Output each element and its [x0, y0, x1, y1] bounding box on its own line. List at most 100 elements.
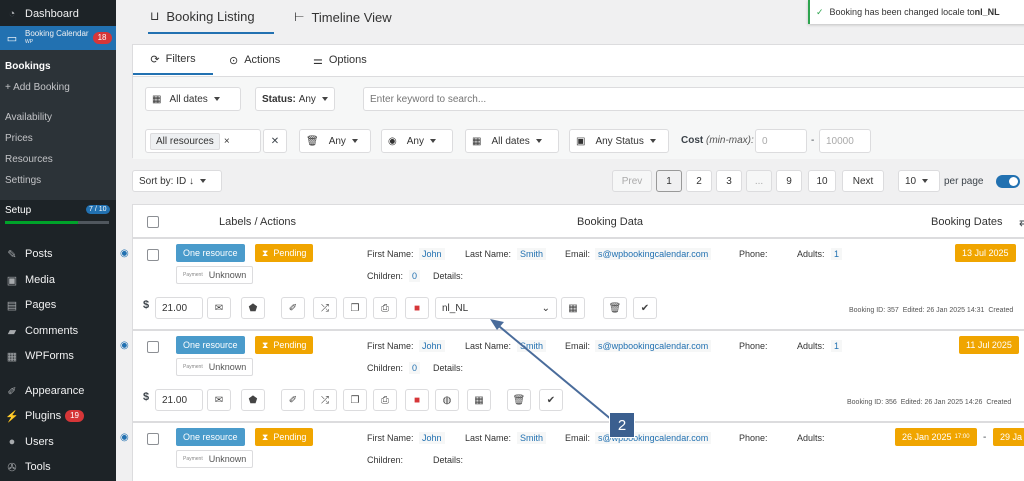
- tab-filters[interactable]: ⟳ Filters: [133, 45, 213, 75]
- tag-icon: ⬟: [248, 394, 258, 406]
- trash-button[interactable]: 🗑: [507, 389, 531, 411]
- calendar-button[interactable]: ▦: [561, 297, 585, 319]
- sidebar-item-media[interactable]: ▣ Media: [0, 272, 116, 288]
- sidebar-item-label: Appearance: [25, 385, 85, 397]
- locale-button[interactable]: ◍: [435, 389, 459, 411]
- tab-actions[interactable]: ⊙ Actions: [229, 45, 280, 75]
- tab-booking-listing[interactable]: ⊔ Booking Listing: [148, 0, 274, 34]
- cost-input[interactable]: 21.00: [155, 297, 203, 319]
- sidebar-item-add-booking[interactable]: + Add Booking: [0, 82, 116, 93]
- tag-button[interactable]: ⬟: [241, 297, 265, 319]
- timeline-icon: ⊢: [294, 10, 305, 24]
- select-all-checkbox[interactable]: [147, 216, 159, 228]
- sidebar-item-pages[interactable]: ▤ Pages: [0, 297, 116, 313]
- sidebar-item-booking-calendar[interactable]: ▭ Booking Calendar WP 18: [0, 26, 116, 50]
- trash-icon: 🗑: [608, 302, 622, 314]
- sort-select[interactable]: Sort by: ID ↓: [132, 170, 222, 192]
- duplicate-button[interactable]: ❐: [343, 389, 367, 411]
- status-filter[interactable]: Status: Any: [255, 87, 335, 111]
- per-page-value: 10: [905, 175, 917, 187]
- tab-options[interactable]: ⚌ Options: [313, 45, 367, 75]
- payment-badge: Payment Unknown: [176, 266, 254, 284]
- dates-filter[interactable]: ▦ All dates: [145, 87, 241, 111]
- cost-input[interactable]: 21.00: [155, 389, 203, 411]
- calendar-button[interactable]: ▦: [467, 389, 491, 411]
- globe-icon: ◍: [442, 394, 452, 406]
- trash-button[interactable]: 🗑: [603, 297, 627, 319]
- page-button-3[interactable]: 3: [716, 170, 742, 192]
- row-checkbox[interactable]: [147, 341, 159, 353]
- eye-icon[interactable]: ◉: [120, 340, 132, 352]
- next-page-button[interactable]: Next: [842, 170, 884, 192]
- email-button[interactable]: ✉: [207, 389, 231, 411]
- tab-label: Options: [328, 54, 367, 66]
- field-key: Last Name:: [465, 433, 512, 443]
- prev-page-button[interactable]: Prev: [612, 170, 652, 192]
- field-key: Adults:: [797, 433, 825, 443]
- page-button-10[interactable]: 10: [808, 170, 836, 192]
- remove-tag-icon[interactable]: ×: [224, 136, 230, 147]
- dates2-filter[interactable]: ▦ All dates: [465, 129, 559, 153]
- cost-max-input[interactable]: 10000: [819, 129, 871, 153]
- field-key: First Name:: [367, 341, 414, 351]
- print-button[interactable]: ⎙: [373, 297, 397, 319]
- sidebar-item-tools[interactable]: ✇ Tools: [0, 459, 116, 475]
- clear-resources-button[interactable]: ✕: [263, 129, 287, 153]
- sidebar-item-wpforms[interactable]: ▦ WPForms: [0, 348, 116, 364]
- field-value: 1: [831, 248, 843, 260]
- sidebar-item-plugins[interactable]: ⚡ Plugins 19: [0, 408, 116, 424]
- edit-button[interactable]: ✐: [281, 297, 305, 319]
- payment-label: Payment: [183, 272, 203, 278]
- row-checkbox[interactable]: [147, 433, 159, 445]
- sidebar-item-users[interactable]: ● Users: [0, 434, 116, 450]
- email-button[interactable]: ✉: [207, 297, 231, 319]
- wand-icon: ✐: [288, 394, 298, 406]
- visibility-filter[interactable]: ◉ Any: [381, 129, 453, 153]
- note-button[interactable]: ■: [405, 297, 429, 319]
- view-toggle[interactable]: [996, 175, 1020, 188]
- eye-icon[interactable]: ◉: [120, 248, 132, 260]
- page-button-2[interactable]: 2: [686, 170, 712, 192]
- sidebar-item-bookings[interactable]: Bookings: [0, 61, 116, 72]
- booking-date-start: 26 Jan 2025 17:00: [895, 428, 977, 446]
- status-badge: ⧗ Pending: [255, 428, 314, 446]
- sidebar-item-availability[interactable]: Availability: [0, 112, 116, 123]
- change-resource-button[interactable]: ⤮: [313, 297, 337, 319]
- payment-label: Payment: [183, 364, 203, 370]
- approve-button[interactable]: ✔: [633, 297, 657, 319]
- change-resource-button[interactable]: ⤮: [313, 389, 337, 411]
- sidebar-item-dashboard[interactable]: ◔ Dashboard: [0, 6, 116, 22]
- trash-filter[interactable]: 🗑 Any: [299, 129, 371, 153]
- sidebar-item-settings[interactable]: Settings: [0, 175, 116, 186]
- sliders-icon: ⚌: [313, 54, 323, 67]
- payment-status-filter[interactable]: ▣ Any Status: [569, 129, 669, 153]
- row-checkbox[interactable]: [147, 249, 159, 261]
- shuffle-icon: ⤮: [321, 394, 329, 406]
- note-button[interactable]: ■: [405, 389, 429, 411]
- tab-timeline-view[interactable]: ⊢ Timeline View: [294, 0, 392, 34]
- created-label: Created: [988, 307, 1014, 314]
- tag-button[interactable]: ⬟: [241, 389, 265, 411]
- locale-select[interactable]: nl_NL ⌄: [435, 297, 557, 319]
- cost-min-input[interactable]: 0: [755, 129, 807, 153]
- swap-icon[interactable]: ⇄: [1019, 216, 1024, 229]
- sidebar-item-comments[interactable]: ▰ Comments: [0, 323, 116, 339]
- page-button-1[interactable]: 1: [656, 170, 682, 192]
- date-start: 26 Jan 2025: [902, 432, 952, 442]
- per-page-select[interactable]: 10: [898, 170, 940, 192]
- sidebar-item-posts[interactable]: ✎ Posts: [0, 246, 116, 262]
- eye-icon[interactable]: ◉: [120, 432, 132, 444]
- edit-button[interactable]: ✐: [281, 389, 305, 411]
- resources-filter[interactable]: All resources ×: [145, 129, 261, 153]
- print-button[interactable]: ⎙: [373, 389, 397, 411]
- search-input[interactable]: [363, 87, 1024, 111]
- copy-icon: ❐: [350, 394, 360, 406]
- approve-button[interactable]: ✔: [539, 389, 563, 411]
- page-button-9[interactable]: 9: [776, 170, 802, 192]
- duplicate-button[interactable]: ❐: [343, 297, 367, 319]
- sidebar-item-resources[interactable]: Resources: [0, 154, 116, 165]
- sidebar-item-prices[interactable]: Prices: [0, 133, 116, 144]
- sidebar-item-appearance[interactable]: ✐ Appearance: [0, 383, 116, 399]
- tab-label: Timeline View: [311, 9, 392, 25]
- dashboard-icon: ◔: [8, 8, 16, 20]
